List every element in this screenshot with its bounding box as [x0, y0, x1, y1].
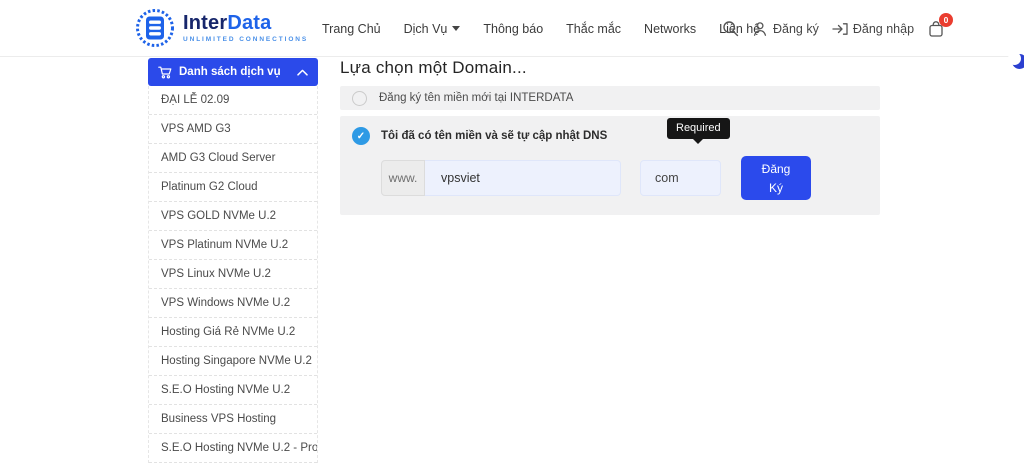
domain-name-input[interactable]: [425, 160, 621, 196]
sidebar-item-amd-g3-cloud-server[interactable]: AMD G3 Cloud Server: [149, 144, 317, 173]
search-icon[interactable]: [722, 20, 739, 37]
register-domain-button[interactable]: Đăng Ký: [741, 156, 811, 200]
www-prefix: www.: [381, 160, 425, 196]
logo-brand-part1: Inter: [183, 12, 227, 34]
top-header: InterData UNLIMITED CONNECTIONS Trang Ch…: [0, 0, 1024, 57]
sidebar-item-seo-hosting-promo[interactable]: S.E.O Hosting NVMe U.2 - Promo: [149, 434, 317, 463]
nav-item-announcements[interactable]: Thông báo: [483, 22, 543, 36]
sidebar-item-vps-platinum-nvme[interactable]: VPS Platinum NVMe U.2: [149, 231, 317, 260]
nav-item-networks-label: Networks: [644, 22, 696, 36]
check-circle-icon[interactable]: [352, 127, 370, 145]
option-register-new-domain-label: Đăng ký tên miền mới tại INTERDATA: [379, 92, 573, 104]
sidebar-item-business-vps[interactable]: Business VPS Hosting: [149, 405, 317, 434]
sidebar-item-vps-amd-g3[interactable]: VPS AMD G3: [149, 115, 317, 144]
services-sidebar: Danh sách dịch vụ ĐẠI LỄ 02.09 VPS AMD G…: [148, 58, 318, 463]
logo-tagline: UNLIMITED CONNECTIONS: [183, 36, 308, 43]
sidebar-item-vps-linux-nvme[interactable]: VPS Linux NVMe U.2: [149, 260, 317, 289]
logo-globe-icon: [135, 8, 175, 48]
required-tooltip: Required: [667, 118, 730, 139]
nav-item-services-label: Dịch Vụ: [404, 22, 448, 36]
logo-text: InterData UNLIMITED CONNECTIONS: [183, 13, 308, 43]
option-own-domain-toggle[interactable]: Tôi đã có tên miền và sẽ tự cập nhật DNS: [352, 127, 868, 145]
sidebar-item-vps-gold-nvme[interactable]: VPS GOLD NVMe U.2: [149, 202, 317, 231]
nav-item-home-label: Trang Chủ: [322, 22, 381, 36]
sidebar-item-platinum-g2-cloud[interactable]: Platinum G2 Cloud: [149, 173, 317, 202]
cart-badge: 0: [939, 13, 953, 27]
nav-item-faq[interactable]: Thắc mắc: [566, 22, 621, 36]
chevron-up-icon: [297, 69, 308, 76]
login-arrow-icon: [832, 21, 848, 37]
sidebar-header[interactable]: Danh sách dịch vụ: [148, 58, 318, 86]
sidebar-item-hosting-singapore[interactable]: Hosting Singapore NVMe U.2: [149, 347, 317, 376]
nav-item-networks[interactable]: Networks: [644, 22, 696, 36]
header-actions: Đăng ký Đăng nhập 0: [722, 0, 945, 57]
cart-icon: [158, 66, 172, 79]
option-own-domain-label: Tôi đã có tên miền và sẽ tự cập nhật DNS: [381, 130, 607, 142]
page-title: Lựa chọn một Domain...: [340, 58, 880, 78]
sidebar-list: ĐẠI LỄ 02.09 VPS AMD G3 AMD G3 Cloud Ser…: [148, 86, 318, 463]
user-icon: [752, 21, 768, 37]
sidebar-item-dai-le[interactable]: ĐẠI LỄ 02.09: [149, 86, 317, 115]
nav-item-home[interactable]: Trang Chủ: [322, 22, 381, 36]
register-link[interactable]: Đăng ký: [752, 21, 819, 37]
nav-item-faq-label: Thắc mắc: [566, 22, 621, 36]
dark-mode-moon-icon[interactable]: [1012, 54, 1024, 69]
login-link[interactable]: Đăng nhập: [832, 21, 914, 37]
logo-brand-part2: Data: [227, 12, 271, 34]
domain-form: www. Đăng Ký: [381, 156, 868, 200]
main-nav: Trang Chủ Dịch Vụ Thông báo Thắc mắc Net…: [322, 0, 760, 57]
login-label: Đăng nhập: [853, 22, 914, 36]
nav-item-services[interactable]: Dịch Vụ: [404, 22, 461, 36]
sidebar-item-vps-windows-nvme[interactable]: VPS Windows NVMe U.2: [149, 289, 317, 318]
sidebar-item-seo-hosting[interactable]: S.E.O Hosting NVMe U.2: [149, 376, 317, 405]
logo[interactable]: InterData UNLIMITED CONNECTIONS: [135, 8, 308, 48]
radio-unchecked-icon[interactable]: [352, 91, 367, 106]
domain-tld-input[interactable]: [640, 160, 721, 196]
option-register-new-domain[interactable]: Đăng ký tên miền mới tại INTERDATA: [340, 86, 880, 110]
domain-selection-panel: Lựa chọn một Domain... Đăng ký tên miền …: [340, 58, 880, 215]
cart-button[interactable]: 0: [927, 20, 945, 38]
chevron-down-icon: [452, 26, 460, 31]
nav-item-announcements-label: Thông báo: [483, 22, 543, 36]
sidebar-title: Danh sách dịch vụ: [179, 66, 281, 78]
register-label: Đăng ký: [773, 22, 819, 36]
option-own-domain: Tôi đã có tên miền và sẽ tự cập nhật DNS…: [340, 116, 880, 215]
sidebar-item-hosting-gia-re[interactable]: Hosting Giá Rẻ NVMe U.2: [149, 318, 317, 347]
